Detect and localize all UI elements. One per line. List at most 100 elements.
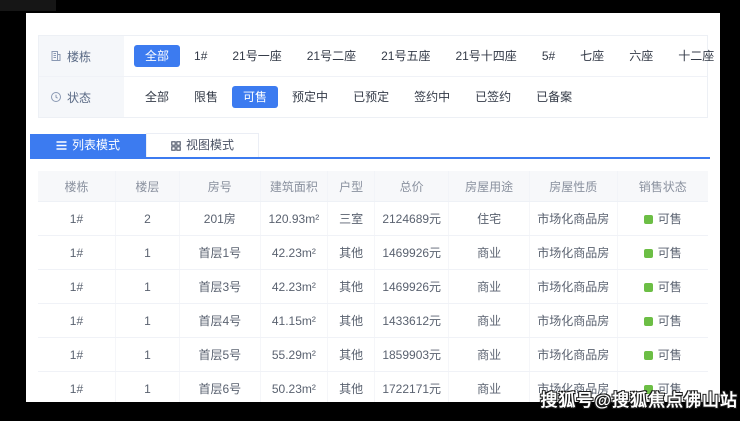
filter-status-all[interactable]: 全部 (134, 86, 180, 108)
filter-building-21-2[interactable]: 21号二座 (296, 45, 367, 67)
listings-table: 楼栋 楼层 房号 建筑面积 户型 总价 房屋用途 房屋性质 销售状态 1# 2 … (38, 171, 708, 402)
building-filter-row: 楼栋 全部 1# 21号一座 21号二座 21号五座 21号十四座 5# 七座 … (39, 36, 707, 76)
status-filter-label-text: 状态 (67, 89, 91, 106)
filter-building-12[interactable]: 十二座 (667, 45, 720, 67)
col-header-area: 建筑面积 (260, 171, 327, 202)
player-bar-notch (0, 0, 56, 11)
building-filter-label-text: 楼栋 (67, 48, 91, 65)
cell-price: 2124689元 (375, 202, 449, 236)
filter-building-7[interactable]: 七座 (569, 45, 615, 67)
cell-layout: 其他 (328, 304, 375, 338)
cell-status: 可售 (617, 304, 708, 338)
filter-building-1[interactable]: 1# (183, 45, 218, 67)
cell-building: 1# (38, 304, 115, 338)
cell-status: 可售 (617, 202, 708, 236)
cell-price: 1859903元 (375, 338, 449, 372)
filter-status-reserving[interactable]: 预定中 (281, 86, 339, 108)
mode-tabs: 列表模式 视图模式 (30, 133, 710, 159)
col-header-status: 销售状态 (617, 171, 708, 202)
cell-layout: 其他 (328, 372, 375, 403)
cell-price: 1469926元 (375, 270, 449, 304)
filter-status-reserved[interactable]: 已预定 (342, 86, 400, 108)
status-filter-label: 状态 (39, 77, 124, 117)
filter-status-restricted[interactable]: 限售 (183, 86, 229, 108)
cell-building: 1# (38, 372, 115, 403)
filter-status-available[interactable]: 可售 (232, 86, 278, 108)
status-filter-row: 状态 全部 限售 可售 预定中 已预定 签约中 已签约 已备案 (39, 76, 707, 117)
filter-status-signing[interactable]: 签约中 (403, 86, 461, 108)
status-label: 可售 (658, 212, 682, 226)
status-dot (644, 351, 653, 360)
table-row: 1# 2 201房 120.93m² 三室 2124689元 住宅 市场化商品房… (38, 202, 708, 236)
list-icon (56, 141, 67, 150)
cell-price: 1469926元 (375, 236, 449, 270)
cell-nature: 市场化商品房 (530, 338, 618, 372)
cell-usage: 商业 (449, 270, 530, 304)
filter-building-all[interactable]: 全部 (134, 45, 180, 67)
cell-building: 1# (38, 236, 115, 270)
grid-icon (171, 141, 181, 151)
cell-floor: 2 (115, 202, 179, 236)
table-row: 1# 1 首层1号 42.23m² 其他 1469926元 商业 市场化商品房 … (38, 236, 708, 270)
filter-building-21-5[interactable]: 21号五座 (370, 45, 441, 67)
filter-building-5[interactable]: 5# (531, 45, 566, 67)
cell-usage: 商业 (449, 304, 530, 338)
tab-view-mode-label: 视图模式 (186, 134, 234, 157)
cell-usage: 商业 (449, 236, 530, 270)
table-row: 1# 1 首层4号 41.15m² 其他 1433612元 商业 市场化商品房 … (38, 304, 708, 338)
filter-status-recorded[interactable]: 已备案 (525, 86, 583, 108)
filter-status-signed[interactable]: 已签约 (464, 86, 522, 108)
cell-floor: 1 (115, 270, 179, 304)
status-dot (644, 215, 653, 224)
cell-status: 可售 (617, 236, 708, 270)
col-header-nature: 房屋性质 (530, 171, 618, 202)
cell-area: 41.15m² (260, 304, 327, 338)
status-dot (644, 249, 653, 258)
table-row: 1# 1 首层5号 55.29m² 其他 1859903元 商业 市场化商品房 … (38, 338, 708, 372)
cell-area: 120.93m² (260, 202, 327, 236)
content-panel: 楼栋 全部 1# 21号一座 21号二座 21号五座 21号十四座 5# 七座 … (26, 13, 720, 402)
status-dot (644, 317, 653, 326)
cell-layout: 三室 (328, 202, 375, 236)
cell-building: 1# (38, 270, 115, 304)
cell-area: 42.23m² (260, 236, 327, 270)
building-filter-label: 楼栋 (39, 36, 124, 76)
status-filter-options: 全部 限售 可售 预定中 已预定 签约中 已签约 已备案 (124, 77, 583, 117)
sohu-watermark: 搜狐号@搜狐焦点佛山站 (540, 386, 738, 411)
tab-list-mode[interactable]: 列表模式 (30, 134, 146, 157)
col-header-usage: 房屋用途 (449, 171, 530, 202)
cell-room: 首层5号 (179, 338, 260, 372)
cell-nature: 市场化商品房 (530, 270, 618, 304)
building-icon (50, 50, 62, 62)
filter-building-6[interactable]: 六座 (618, 45, 664, 67)
status-label: 可售 (658, 280, 682, 294)
cell-status: 可售 (617, 270, 708, 304)
cell-usage: 商业 (449, 372, 530, 403)
cell-layout: 其他 (328, 338, 375, 372)
cell-usage: 商业 (449, 338, 530, 372)
building-filter-options: 全部 1# 21号一座 21号二座 21号五座 21号十四座 5# 七座 六座 … (124, 36, 720, 76)
filter-building-21-1[interactable]: 21号一座 (221, 45, 292, 67)
col-header-price: 总价 (375, 171, 449, 202)
cell-room: 首层3号 (179, 270, 260, 304)
cell-room: 201房 (179, 202, 260, 236)
cell-layout: 其他 (328, 270, 375, 304)
status-label: 可售 (658, 314, 682, 328)
status-label: 可售 (658, 348, 682, 362)
cell-area: 50.23m² (260, 372, 327, 403)
filter-building-21-14[interactable]: 21号十四座 (444, 45, 527, 67)
cell-building: 1# (38, 338, 115, 372)
cell-usage: 住宅 (449, 202, 530, 236)
tab-view-mode[interactable]: 视图模式 (146, 133, 259, 157)
status-label: 可售 (658, 246, 682, 260)
cell-nature: 市场化商品房 (530, 304, 618, 338)
col-header-room: 房号 (179, 171, 260, 202)
status-dot (644, 283, 653, 292)
cell-room: 首层4号 (179, 304, 260, 338)
cell-area: 42.23m² (260, 270, 327, 304)
status-circle-icon (50, 91, 62, 103)
cell-room: 首层1号 (179, 236, 260, 270)
cell-floor: 1 (115, 338, 179, 372)
cell-layout: 其他 (328, 236, 375, 270)
tab-list-mode-label: 列表模式 (72, 134, 120, 157)
